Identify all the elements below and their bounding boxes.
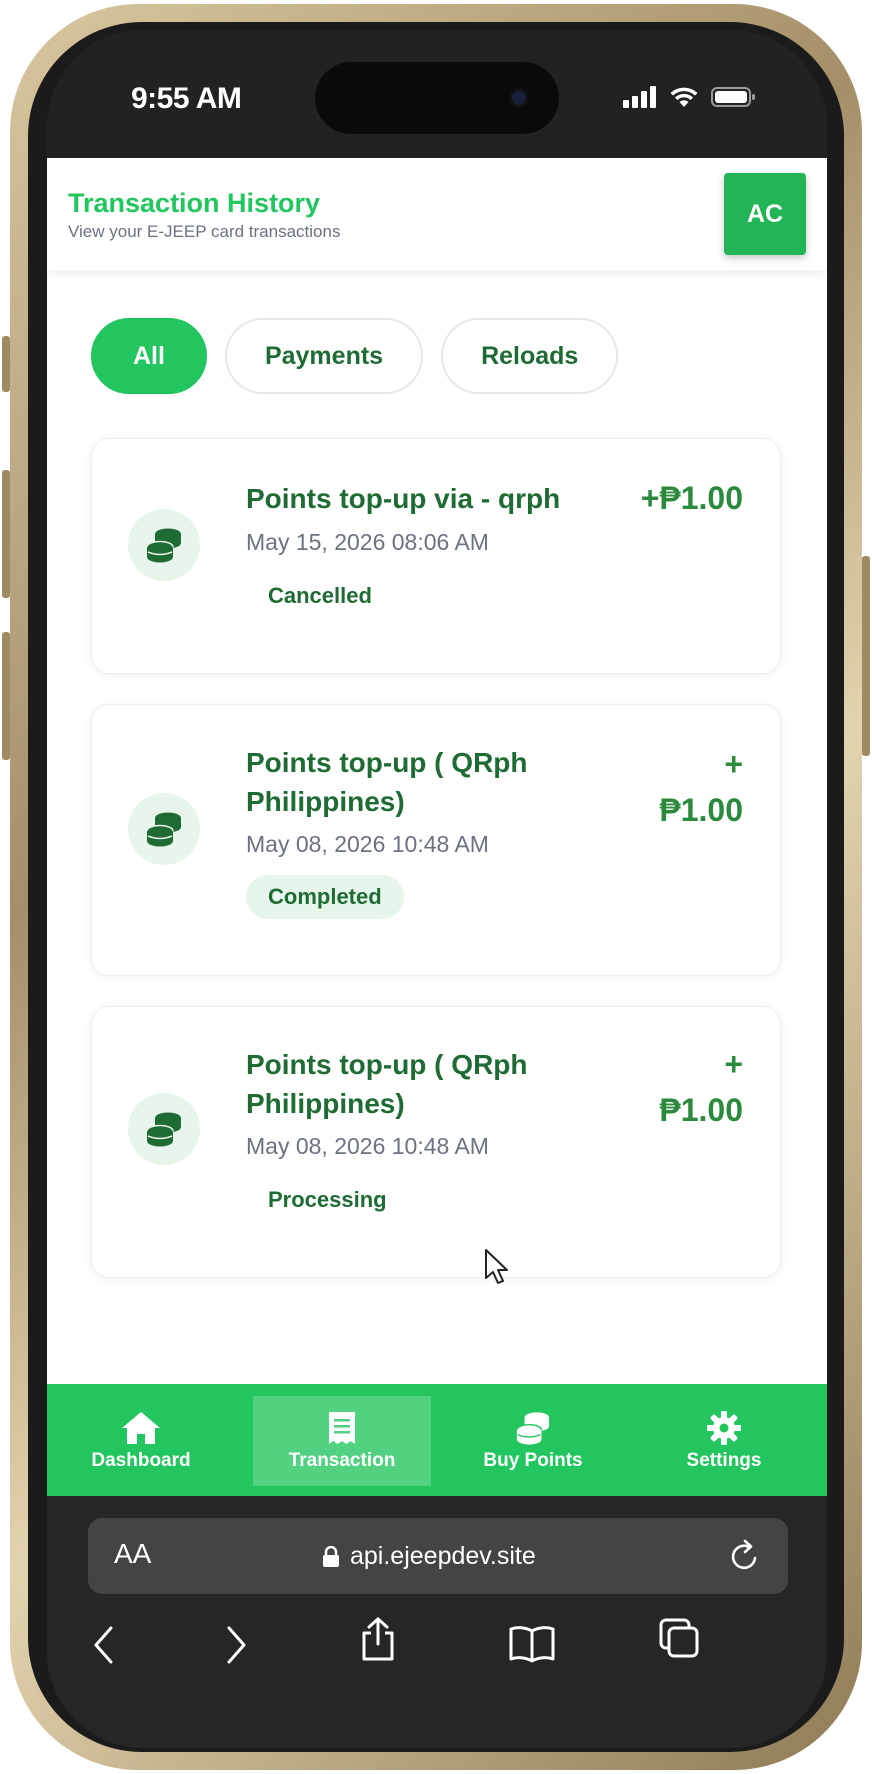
- text-size-button[interactable]: AA: [114, 1538, 151, 1570]
- cellular-signal-icon: [623, 86, 656, 108]
- power-button: [862, 556, 870, 756]
- volume-down-button: [2, 632, 10, 760]
- home-icon: [122, 1412, 160, 1444]
- status-time: 9:55 AM: [131, 82, 242, 115]
- forward-icon[interactable]: [223, 1624, 249, 1666]
- coins-icon: [128, 509, 200, 581]
- transaction-card[interactable]: Points top-up via - qrph May 15, 2026 08…: [91, 438, 781, 674]
- amount-sign: +: [724, 1046, 743, 1082]
- mouse-cursor-icon: [485, 1249, 508, 1284]
- amount-sign: +: [724, 746, 743, 782]
- page-title: Transaction History: [68, 188, 321, 218]
- coins-icon: [516, 1412, 550, 1445]
- volume-up-button: [2, 470, 10, 598]
- url-display[interactable]: api.ejeepdev.site: [322, 1542, 536, 1571]
- transaction-amount: + ₱1.00: [659, 741, 743, 833]
- bottom-nav: Dashboard Transaction Buy Points Setting…: [47, 1384, 827, 1496]
- transaction-card[interactable]: Points top-up ( QRph Philippines) May 08…: [91, 704, 781, 976]
- address-bar[interactable]: AA api.ejeepdev.site: [88, 1518, 788, 1594]
- nav-buy-points-label: Buy Points: [483, 1450, 583, 1471]
- nav-buy-points[interactable]: Buy Points: [444, 1396, 622, 1486]
- filter-all[interactable]: All: [91, 318, 207, 394]
- share-icon[interactable]: [359, 1616, 397, 1662]
- tabs-icon[interactable]: [659, 1618, 699, 1658]
- dynamic-island: [315, 62, 559, 134]
- wifi-icon: [670, 87, 698, 107]
- browser-nav-buttons: [47, 1616, 827, 1676]
- transaction-date: May 08, 2026 10:48 AM: [246, 831, 489, 857]
- action-button: [2, 336, 10, 392]
- user-avatar[interactable]: AC: [724, 173, 806, 255]
- transaction-amount: +₱1.00: [640, 480, 743, 516]
- status-badge: Cancelled: [268, 583, 372, 608]
- transaction-title: Points top-up ( QRph Philippines): [246, 1049, 528, 1119]
- browser-toolbar: AA api.ejeepdev.site: [47, 1496, 827, 1748]
- app-viewport: Transaction History View your E-JEEP car…: [47, 158, 827, 1384]
- amount-value: ₱1.00: [659, 792, 743, 828]
- coins-icon: [128, 793, 200, 865]
- receipt-icon: [329, 1412, 355, 1444]
- phone-screen: 9:55 AM Transaction History View your E-…: [47, 30, 827, 1748]
- transaction-title: Points top-up via - qrph: [246, 483, 561, 514]
- status-icons: [623, 86, 757, 108]
- transaction-card[interactable]: Points top-up ( QRph Philippines) May 08…: [91, 1006, 781, 1278]
- nav-dashboard[interactable]: Dashboard: [52, 1396, 230, 1486]
- reload-icon[interactable]: [728, 1538, 762, 1574]
- battery-icon: [711, 87, 755, 107]
- nav-settings[interactable]: Settings: [635, 1396, 813, 1486]
- filter-reloads[interactable]: Reloads: [441, 318, 619, 394]
- bookmarks-icon[interactable]: [509, 1624, 555, 1664]
- nav-settings-label: Settings: [686, 1450, 762, 1471]
- nav-transaction[interactable]: Transaction: [253, 1396, 431, 1486]
- nav-transaction-label: Transaction: [288, 1450, 396, 1471]
- transaction-date: May 15, 2026 08:06 AM: [246, 529, 489, 555]
- url-text: api.ejeepdev.site: [350, 1542, 536, 1570]
- page-subtitle: View your E-JEEP card transactions: [68, 222, 341, 241]
- transaction-date: May 08, 2026 10:48 AM: [246, 1133, 489, 1159]
- filter-tabs: All Payments Reloads: [91, 318, 619, 394]
- transaction-title: Points top-up ( QRph Philippines): [246, 747, 528, 817]
- nav-dashboard-label: Dashboard: [91, 1450, 191, 1471]
- lock-icon: [323, 1545, 339, 1567]
- app-header: Transaction History View your E-JEEP car…: [47, 158, 827, 270]
- transaction-amount: + ₱1.00: [659, 1041, 743, 1133]
- status-bar: 9:55 AM: [47, 30, 827, 158]
- status-badge: Processing: [268, 1187, 387, 1212]
- status-badge: Completed: [246, 875, 404, 919]
- coins-icon: [128, 1093, 200, 1165]
- camera-icon: [509, 88, 529, 108]
- gear-icon: [707, 1411, 741, 1445]
- filter-payments[interactable]: Payments: [224, 318, 424, 394]
- back-icon[interactable]: [91, 1624, 117, 1666]
- amount-value: ₱1.00: [659, 1092, 743, 1128]
